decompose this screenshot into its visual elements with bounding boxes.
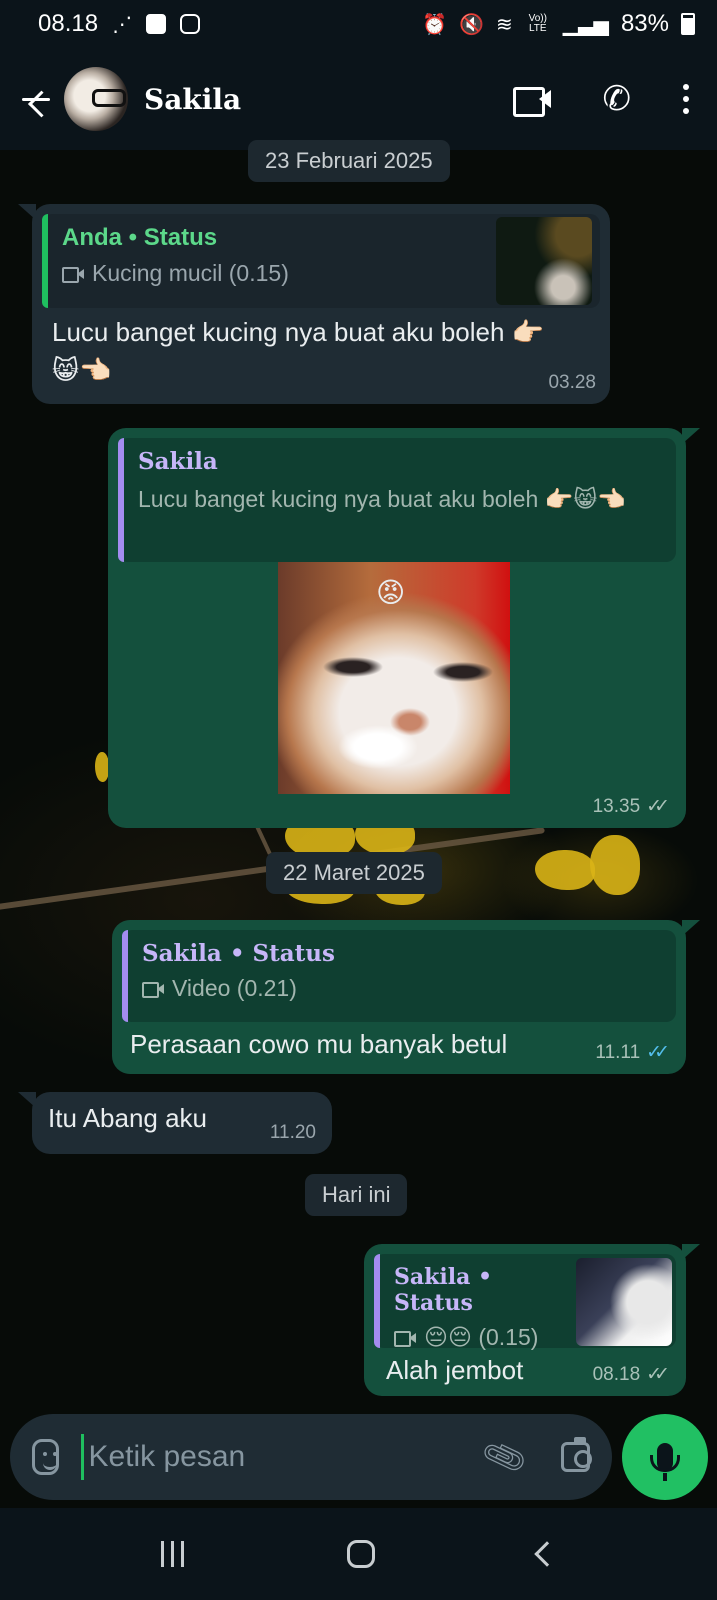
quote-author: Sakila • Status <box>142 940 335 967</box>
alarm-icon: ⏰ <box>422 13 448 36</box>
signal-activity-icon: ⋰ <box>112 13 133 36</box>
wifi-icon: ≋ <box>496 13 513 36</box>
more-options-icon[interactable] <box>683 84 689 114</box>
microphone-icon <box>650 1443 680 1481</box>
message-text: Lucu banget kucing nya buat aku boleh 👉🏻… <box>52 317 545 385</box>
wallpaper-flower <box>590 835 640 895</box>
quote-author: Anda • Status <box>62 224 218 251</box>
date-separator: 23 Februari 2025 <box>248 140 450 182</box>
checkbox-notification-icon <box>146 14 167 34</box>
video-icon <box>142 981 164 998</box>
quote-caption: Lucu banget kucing nya buat aku boleh 👉🏻… <box>138 486 626 512</box>
message-time: 03.28 <box>548 372 596 393</box>
back-arrow-icon[interactable] <box>18 79 58 119</box>
quote-caption: 😔😔 (0.15) <box>424 1324 539 1350</box>
avatar[interactable] <box>64 67 128 131</box>
network-label: Vo)) LTE <box>528 13 547 34</box>
delivered-ticks-icon: ✓✓ <box>646 796 670 817</box>
cell-signal-icon: ▁▃▅ <box>562 13 609 36</box>
message-bubble-incoming[interactable]: Anda • Status Kucing mucil (0.15) Lucu b… <box>18 204 610 404</box>
system-navigation-bar <box>0 1508 717 1600</box>
message-bubble-outgoing[interactable]: Sakila Lucu banget kucing nya buat aku b… <box>108 428 700 828</box>
wallpaper-flower <box>535 850 595 890</box>
clock: 08.18 <box>38 10 99 37</box>
message-composer: 📎︎ <box>10 1414 612 1500</box>
quote-caption: Kucing mucil (0.15) <box>92 260 289 286</box>
quoted-status[interactable]: Sakila • Status 😔😔 (0.15) <box>374 1254 676 1350</box>
message-time: 13.35 <box>592 795 641 817</box>
video-icon <box>394 1330 416 1347</box>
quote-caption: Video (0.21) <box>172 975 297 1001</box>
video-call-icon[interactable] <box>512 85 551 117</box>
voice-call-icon[interactable]: ✆ <box>603 82 632 116</box>
message-bubble-incoming[interactable]: Itu Abang aku 11.20 <box>18 1092 332 1154</box>
wallpaper-flower <box>95 752 109 782</box>
battery-icon <box>681 13 695 35</box>
message-bubble-outgoing[interactable]: Sakila • Status 😔😔 (0.15) Alah jembot 08… <box>364 1244 700 1396</box>
status-thumbnail <box>496 217 592 305</box>
instagram-icon <box>180 14 201 34</box>
message-text: Itu Abang aku <box>48 1103 208 1133</box>
attachment-icon[interactable]: 📎︎ <box>479 1432 530 1482</box>
mute-icon: 🔇 <box>459 13 485 36</box>
date-separator: Hari ini <box>305 1174 408 1216</box>
message-bubble-outgoing[interactable]: Sakila • Status Video (0.21) Perasaan co… <box>112 920 700 1074</box>
status-thumbnail <box>576 1258 672 1346</box>
message-time: 11.11 <box>595 1041 641 1063</box>
quoted-message[interactable]: Sakila Lucu banget kucing nya buat aku b… <box>118 438 676 562</box>
system-back-icon[interactable] <box>533 1541 560 1567</box>
status-bar: 08.18 ⋰ ⏰ 🔇 ≋ Vo)) LTE ▁▃▅ 83% <box>0 0 717 48</box>
quote-author: Sakila <box>138 448 218 475</box>
message-meta: 11.11 ✓✓ <box>595 1041 670 1064</box>
quoted-status[interactable]: Sakila • Status Video (0.21) <box>122 930 676 1022</box>
message-meta: 13.35 ✓✓ <box>593 795 670 818</box>
quoted-status[interactable]: Anda • Status Kucing mucil (0.15) <box>42 214 600 308</box>
message-input[interactable] <box>81 1434 475 1480</box>
message-time: 08.18 <box>592 1363 641 1385</box>
date-separator: 22 Maret 2025 <box>266 852 442 894</box>
quote-author: Sakila • Status <box>394 1264 493 1316</box>
contact-name[interactable]: Sakila <box>144 83 241 116</box>
home-icon[interactable] <box>346 1540 375 1568</box>
message-meta: 08.18 ✓✓ <box>593 1363 670 1386</box>
message-text: Perasaan cowo mu banyak betul <box>130 1029 508 1059</box>
voice-record-button[interactable] <box>622 1414 708 1500</box>
cat-sticker[interactable]: 😡 <box>278 562 510 794</box>
message-time: 11.20 <box>269 1122 316 1143</box>
video-icon <box>62 266 84 283</box>
sticker-emoji-icon[interactable] <box>32 1439 60 1475</box>
chat-header: Sakila ✆ <box>0 48 717 150</box>
recent-apps-icon[interactable] <box>161 1541 185 1567</box>
delivered-ticks-icon: ✓✓ <box>646 1364 670 1385</box>
camera-icon[interactable] <box>561 1437 592 1472</box>
battery-percent: 83% <box>620 10 669 37</box>
read-ticks-icon: ✓✓ <box>646 1042 670 1063</box>
angry-emoji: 😡 <box>376 577 406 608</box>
